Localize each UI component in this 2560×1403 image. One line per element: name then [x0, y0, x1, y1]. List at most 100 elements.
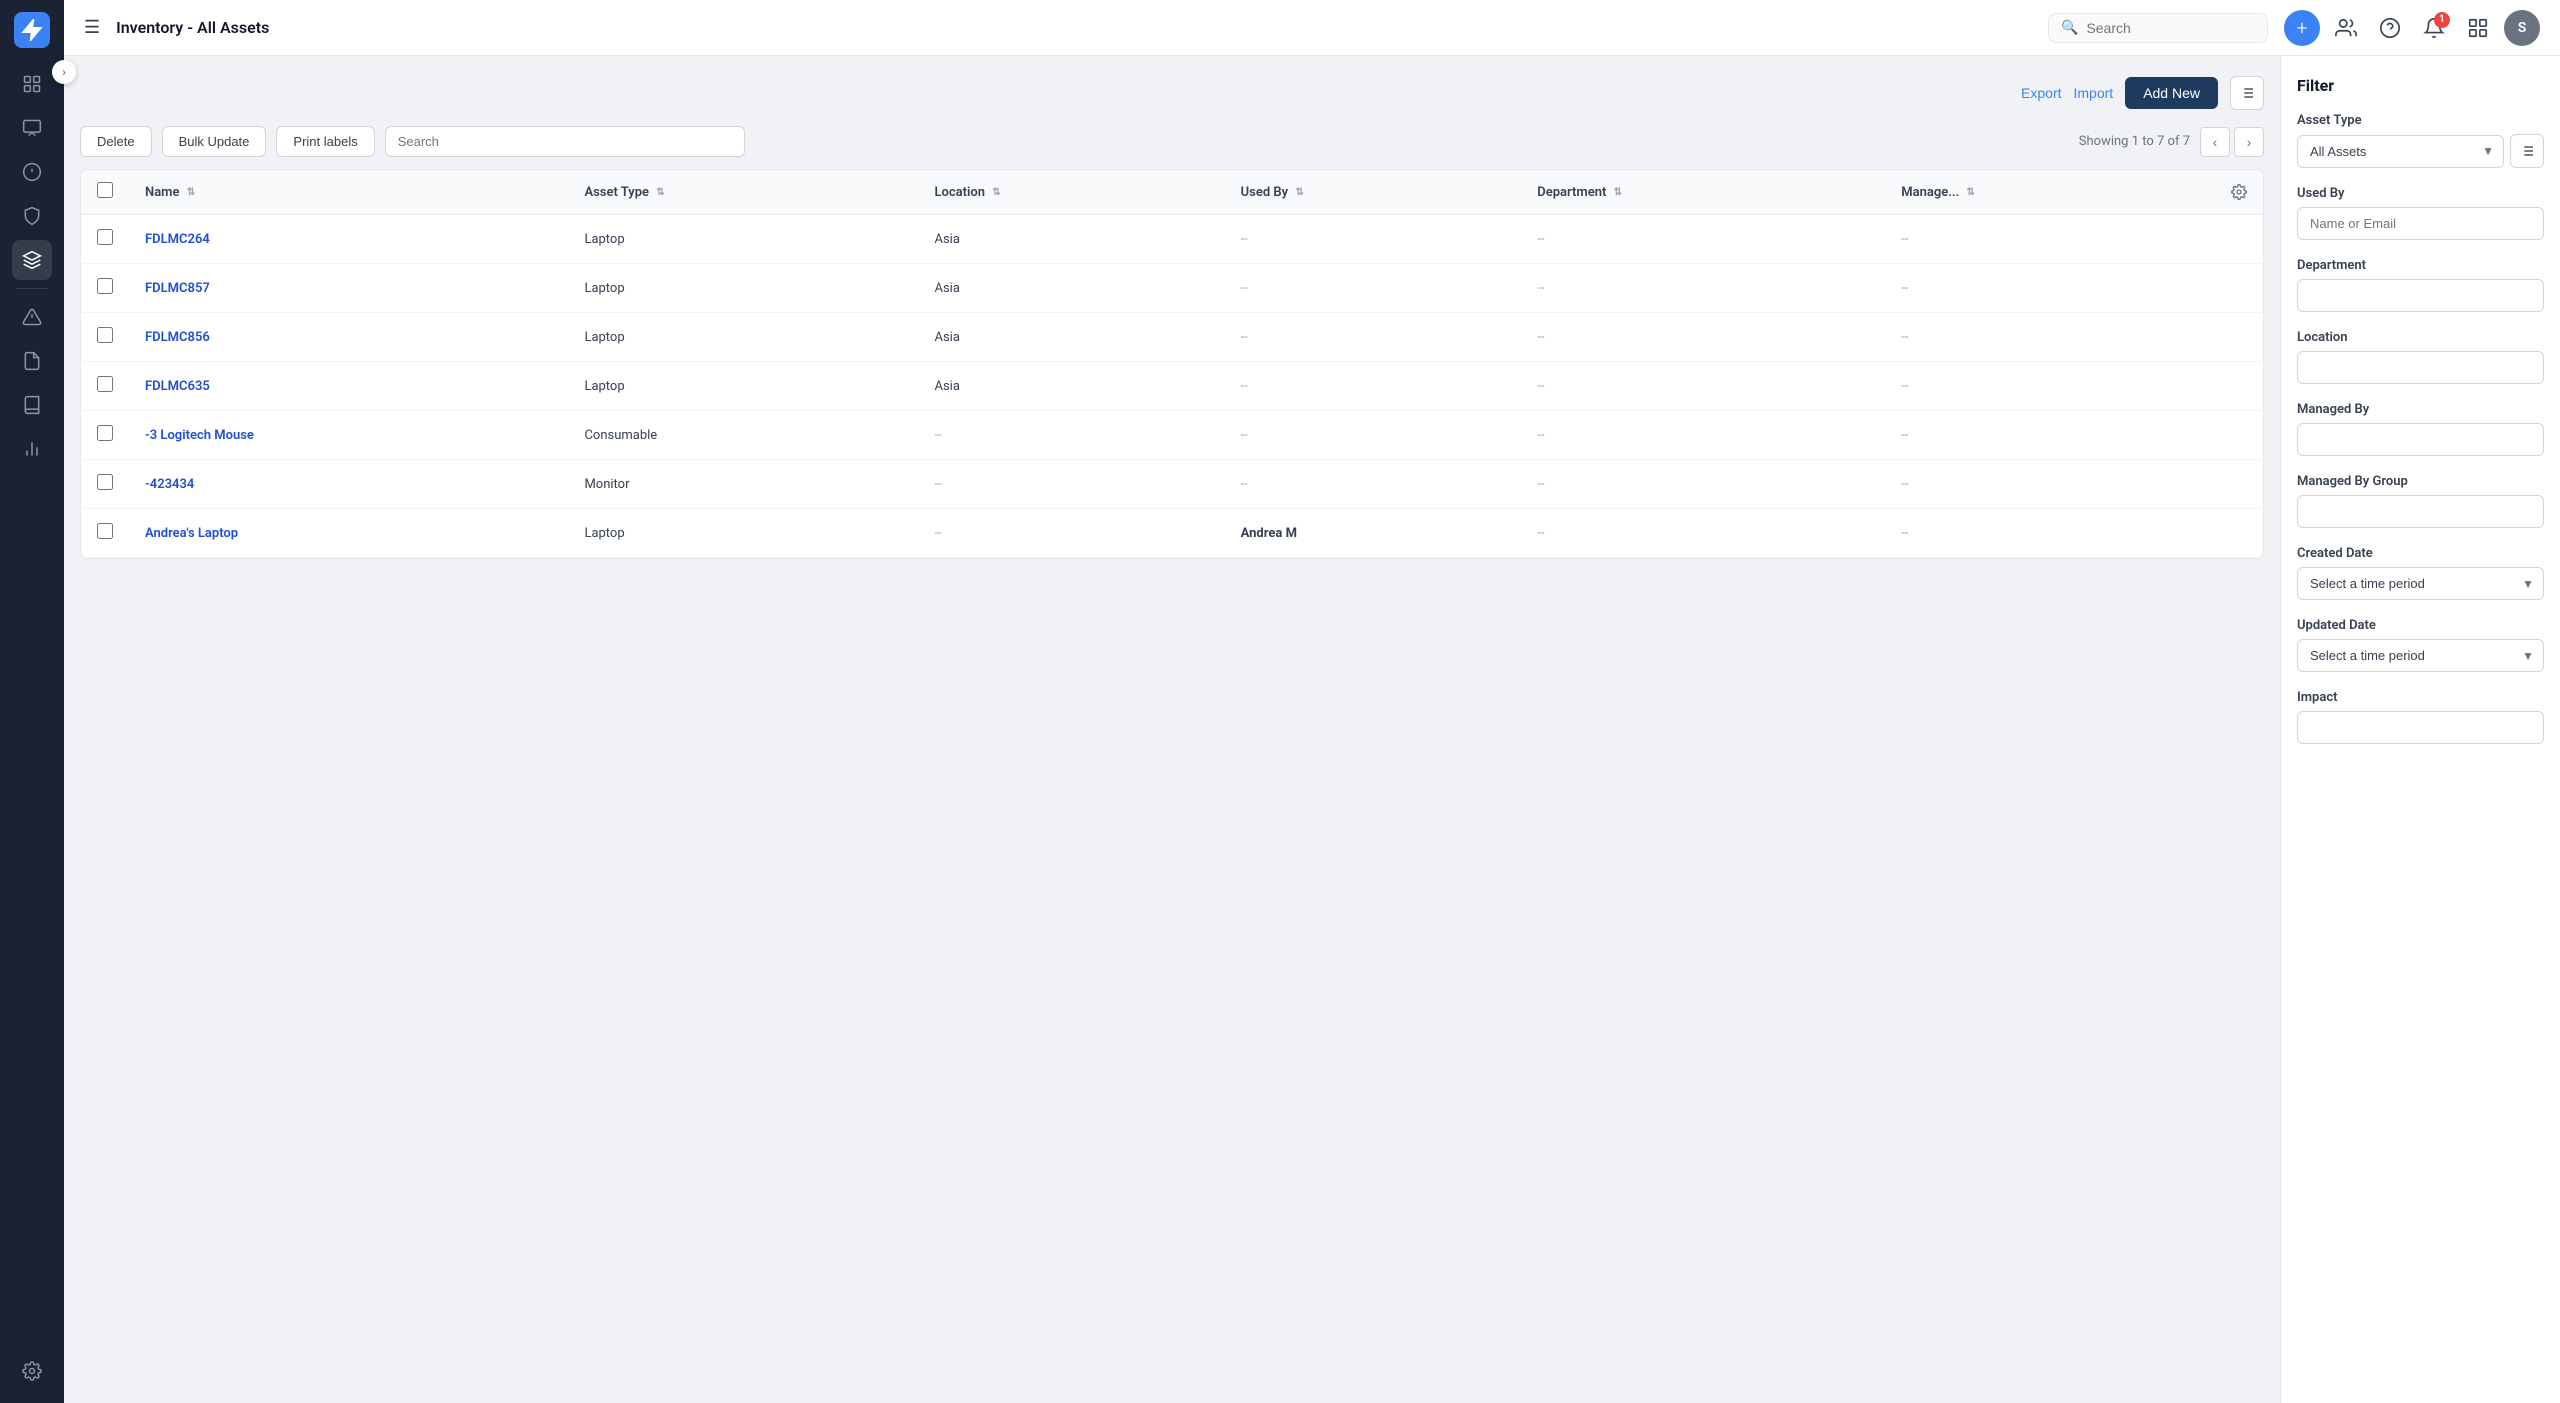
filter-asset-type-label: Asset Type — [2297, 113, 2544, 128]
filter-location-input[interactable] — [2297, 351, 2544, 384]
filter-department-input[interactable] — [2297, 279, 2544, 312]
filter-options-button[interactable] — [2230, 76, 2264, 110]
row-location-1: Asia — [918, 264, 1224, 313]
sort-icon-used-by: ⇅ — [1295, 187, 1303, 198]
row-settings-3 — [2215, 362, 2263, 411]
sidebar-item-settings[interactable] — [12, 1351, 52, 1391]
global-search-input[interactable] — [2086, 20, 2255, 36]
filter-managed-by-input[interactable] — [2297, 423, 2544, 456]
menu-icon[interactable]: ☰ — [84, 17, 100, 38]
filter-impact-input[interactable] — [2297, 711, 2544, 744]
col-header-managed-by[interactable]: Manage... ⇅ — [1885, 170, 2215, 215]
row-name-link-1[interactable]: FDLMC857 — [145, 281, 210, 296]
user-avatar[interactable]: S — [2504, 10, 2540, 46]
row-name-link-3[interactable]: FDLMC635 — [145, 379, 210, 394]
col-header-used-by[interactable]: Used By ⇅ — [1225, 170, 1522, 215]
assets-table: Name ⇅ Asset Type ⇅ Location ⇅ Used By ⇅ — [81, 170, 2263, 558]
sidebar-item-assets[interactable] — [12, 240, 52, 280]
row-name-3[interactable]: FDLMC635 — [129, 362, 568, 411]
row-checkbox-0[interactable] — [97, 229, 113, 245]
filter-managed-by-group-input[interactable] — [2297, 495, 2544, 528]
asset-type-select[interactable]: All Assets Laptop Monitor Consumable Oth… — [2297, 135, 2504, 168]
sidebar-item-analytics[interactable] — [12, 429, 52, 469]
row-checkbox-2[interactable] — [97, 327, 113, 343]
row-name-5[interactable]: -423434 — [129, 460, 568, 509]
user-icon-button[interactable] — [2328, 10, 2364, 46]
row-checkbox-cell — [81, 411, 129, 460]
select-all-checkbox[interactable] — [97, 182, 113, 198]
pagination-controls: ‹ › — [2200, 127, 2264, 157]
col-header-asset-type[interactable]: Asset Type ⇅ — [568, 170, 918, 215]
pagination-next[interactable]: › — [2234, 127, 2264, 157]
table-body: FDLMC264 Laptop Asia -- -- -- FDLMC857 L… — [81, 215, 2263, 558]
filter-used-by-section: Used By — [2297, 186, 2544, 240]
row-managed-by-0: -- — [1885, 215, 2215, 264]
updated-date-select-wrapper: Select a time period Today Last 7 days L… — [2297, 639, 2544, 672]
row-checkbox-6[interactable] — [97, 523, 113, 539]
sidebar-item-alerts[interactable] — [12, 152, 52, 192]
asset-type-options-button[interactable] — [2510, 134, 2544, 168]
sidebar-item-monitor[interactable] — [12, 108, 52, 148]
row-name-1[interactable]: FDLMC857 — [129, 264, 568, 313]
app-logo[interactable] — [14, 12, 50, 48]
row-name-0[interactable]: FDLMC264 — [129, 215, 568, 264]
sort-icon-asset-type: ⇅ — [656, 187, 664, 198]
notification-button[interactable]: 1 — [2416, 10, 2452, 46]
pagination-prev[interactable]: ‹ — [2200, 127, 2230, 157]
filter-used-by-input[interactable] — [2297, 207, 2544, 240]
main-content: Export Import Add New Delete Bulk Update… — [64, 56, 2280, 1403]
row-checkbox-5[interactable] — [97, 474, 113, 490]
row-department-6: -- — [1521, 509, 1885, 558]
row-checkbox-cell — [81, 313, 129, 362]
row-location-3: Asia — [918, 362, 1224, 411]
row-name-link-5[interactable]: -423434 — [145, 477, 194, 492]
add-button[interactable]: + — [2284, 10, 2320, 46]
row-name-link-0[interactable]: FDLMC264 — [145, 232, 210, 247]
row-name-link-6[interactable]: Andrea's Laptop — [145, 526, 238, 541]
table-search-input[interactable] — [398, 134, 732, 149]
col-header-name[interactable]: Name ⇅ — [129, 170, 568, 215]
row-managed-by-6: -- — [1885, 509, 2215, 558]
sidebar-item-shield[interactable] — [12, 196, 52, 236]
add-new-button[interactable]: Add New — [2125, 77, 2218, 109]
export-bar: Export Import Add New — [80, 72, 2264, 114]
topbar-actions: + 1 — [2284, 10, 2540, 46]
bulk-update-button[interactable]: Bulk Update — [162, 126, 267, 157]
row-used-by-5: -- — [1225, 460, 1522, 509]
sidebar-item-reports[interactable] — [12, 341, 52, 381]
delete-button[interactable]: Delete — [80, 126, 152, 157]
row-checkbox-3[interactable] — [97, 376, 113, 392]
export-button[interactable]: Export — [2021, 85, 2061, 101]
row-used-by-6: Andrea M — [1225, 509, 1522, 558]
import-button[interactable]: Import — [2074, 85, 2114, 101]
row-checkbox-4[interactable] — [97, 425, 113, 441]
column-settings-button[interactable] — [2231, 184, 2247, 200]
help-icon-button[interactable] — [2372, 10, 2408, 46]
main-area: ☰ Inventory - All Assets 🔍 + — [64, 0, 2560, 1403]
filter-created-date-select[interactable]: Select a time period Today Last 7 days L… — [2297, 567, 2544, 600]
print-labels-button[interactable]: Print labels — [276, 126, 374, 157]
row-checkbox-cell — [81, 264, 129, 313]
table-header-row: Name ⇅ Asset Type ⇅ Location ⇅ Used By ⇅ — [81, 170, 2263, 215]
filter-impact-label: Impact — [2297, 690, 2544, 705]
sidebar-toggle[interactable]: › — [52, 60, 76, 84]
row-asset-type-5: Monitor — [568, 460, 918, 509]
filter-managed-by-group-section: Managed By Group — [2297, 474, 2544, 528]
row-settings-4 — [2215, 411, 2263, 460]
row-name-link-2[interactable]: FDLMC856 — [145, 330, 210, 345]
filter-updated-date-select[interactable]: Select a time period Today Last 7 days L… — [2297, 639, 2544, 672]
grid-icon-button[interactable] — [2460, 10, 2496, 46]
row-used-by-3: -- — [1225, 362, 1522, 411]
row-checkbox-1[interactable] — [97, 278, 113, 294]
col-header-department[interactable]: Department ⇅ — [1521, 170, 1885, 215]
sidebar-item-dashboard[interactable] — [12, 64, 52, 104]
row-name-4[interactable]: -3 Logitech Mouse — [129, 411, 568, 460]
row-name-2[interactable]: FDLMC856 — [129, 313, 568, 362]
row-name-6[interactable]: Andrea's Laptop — [129, 509, 568, 558]
col-header-location[interactable]: Location ⇅ — [918, 170, 1224, 215]
row-name-link-4[interactable]: -3 Logitech Mouse — [145, 428, 254, 443]
page-title: Inventory - All Assets — [116, 18, 2032, 37]
filter-updated-date-section: Updated Date Select a time period Today … — [2297, 618, 2544, 672]
sidebar-item-knowledge[interactable] — [12, 385, 52, 425]
sidebar-item-warning[interactable] — [12, 297, 52, 337]
